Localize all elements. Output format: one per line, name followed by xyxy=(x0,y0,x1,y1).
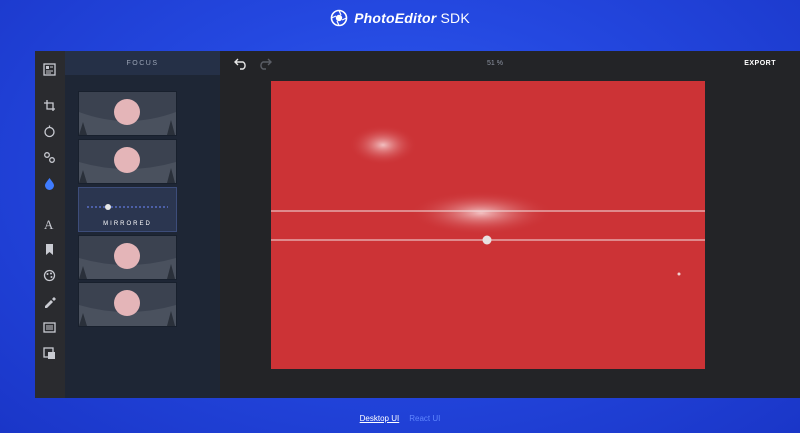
zoom-level: 51 % xyxy=(487,60,503,67)
overlay-icon[interactable] xyxy=(41,293,58,310)
cloud-shape xyxy=(409,191,553,235)
photoeditor-logo-icon xyxy=(330,9,348,27)
desktop-ui-link[interactable]: Desktop UI xyxy=(360,414,400,423)
canvas-artwork xyxy=(271,125,705,276)
panel-title: FOCUS xyxy=(65,51,220,75)
library-icon[interactable] xyxy=(41,61,58,78)
brush-icon[interactable] xyxy=(41,267,58,284)
focus-option-thumb[interactable] xyxy=(78,282,177,327)
focus-option-thumb[interactable] xyxy=(78,91,177,136)
editor-topbar: 51 % EXPORT xyxy=(220,51,800,75)
text-icon[interactable]: A xyxy=(41,215,58,232)
image-canvas[interactable] xyxy=(271,81,705,369)
adjust-icon[interactable] xyxy=(41,149,58,166)
focus-handle[interactable] xyxy=(482,235,492,245)
brand-header: PhotoEditor SDK xyxy=(0,9,800,27)
ui-switcher: Desktop UI React UI xyxy=(0,414,800,423)
transform-icon[interactable] xyxy=(41,97,58,114)
frame-icon[interactable] xyxy=(41,319,58,336)
editor-window: A FOCUS MIRRORED 51 % EXPORT xyxy=(35,51,800,398)
focus-option-thumb[interactable] xyxy=(78,139,177,184)
focus-icon[interactable] xyxy=(41,175,58,192)
brand-title: PhotoEditor SDK xyxy=(354,10,470,26)
export-button[interactable]: EXPORT xyxy=(744,60,776,67)
focus-option-thumb[interactable] xyxy=(78,235,177,280)
focus-option-thumb[interactable]: MIRRORED xyxy=(78,187,177,232)
thumb-label: MIRRORED xyxy=(103,221,152,227)
focus-panel: FOCUS MIRRORED xyxy=(65,51,220,398)
svg-text:A: A xyxy=(44,217,54,230)
react-ui-link[interactable]: React UI xyxy=(409,414,440,423)
tool-sidebar: A xyxy=(35,51,65,398)
speck xyxy=(677,272,681,276)
undo-icon[interactable] xyxy=(234,56,248,70)
sticker-icon[interactable] xyxy=(41,241,58,258)
filter-icon[interactable] xyxy=(41,123,58,140)
redo-icon[interactable] xyxy=(258,56,272,70)
crop-icon[interactable] xyxy=(41,345,58,362)
cloud-shape xyxy=(349,125,417,165)
